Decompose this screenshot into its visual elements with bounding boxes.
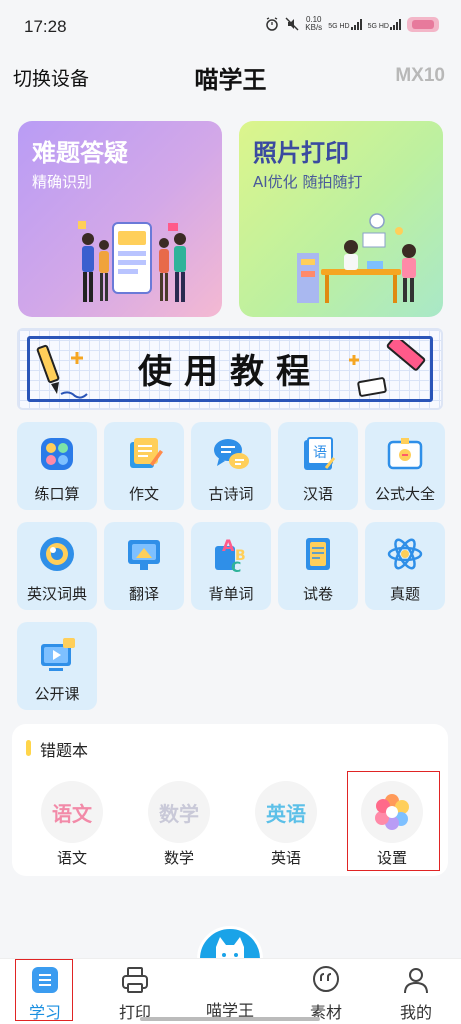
tool-label: 公开课 [34,685,80,703]
status-bar: 17:28 0.10 KB/s 5G HD 5G HD [0,0,461,52]
question-help-card[interactable]: 难题答疑 精确识别 [18,121,222,317]
signal-icon-2: 5G HD [367,18,401,30]
mute-icon [285,17,299,31]
tool-label: 古诗词 [208,485,254,503]
nav-tab-profile[interactable]: 我的 [381,959,451,1024]
tool-label: 试卷 [302,585,333,603]
card-subtitle: AI优化 随拍随打 [253,173,363,191]
abc-vocab-icon: ABC [215,536,246,574]
svg-text:语: 语 [313,445,327,461]
settings-highlight-box [347,771,440,871]
tool-label: 英汉词典 [26,585,87,603]
tool-label: 公式大全 [374,485,435,503]
section-accent-bar [26,740,31,756]
tool-label: 作文 [128,485,159,503]
nav-tab-materials[interactable]: 素材 [291,959,361,1024]
nav-label: 我的 [399,1003,432,1022]
tool-tile-vocabulary[interactable]: ABC 背单词 [191,522,271,610]
formula-card-icon [387,438,423,470]
translate-icon [128,540,160,570]
tool-tile-past-exams[interactable]: 真题 [365,522,445,610]
switch-device-button[interactable]: 切换设备 [13,64,89,91]
english-badge: 英语 [255,781,317,843]
sim2-label: 5G HD [367,22,389,30]
tool-tile-en-cn-dictionary[interactable]: 英汉词典 [17,522,97,610]
chinese-badge: 语文 [41,781,103,843]
subject-label: 语文 [56,849,87,867]
dictionary-icon [40,537,74,571]
study-desk-illustration [297,213,416,303]
tool-label: 真题 [389,585,420,603]
tutorial-banner[interactable]: 使用教程 [17,328,443,410]
svg-text:C: C [231,560,241,574]
chinese-book-icon: 语 [304,437,336,470]
tool-tile-composition[interactable]: 作文 [104,422,184,510]
card-title: 照片打印 [253,139,349,167]
tool-label: 背单词 [208,585,254,603]
card-title: 难题答疑 [32,139,128,167]
tool-tile-formulas[interactable]: 公式大全 [365,422,445,510]
subject-label: 数学 [163,849,194,867]
wrong-book-chinese[interactable]: 语文 语文 [32,781,112,867]
status-icons: 0.10 KB/s 5G HD 5G HD [265,16,439,32]
tool-label: 汉语 [302,485,333,503]
net-speed: 0.10 KB/s [305,16,322,32]
tool-tile-ancient-poems[interactable]: 古诗词 [191,422,271,510]
alarm-icon [266,17,279,31]
exam-paper-icon [306,538,330,570]
svg-text:A: A [222,536,235,555]
tool-label: 练口算 [34,485,80,503]
device-model: MX10 [395,65,445,86]
signal-icon: 5G HD [328,18,362,30]
tool-tile-open-class[interactable]: 公开课 [17,622,97,710]
subject-label: 英语 [270,849,301,867]
wrong-book-english[interactable]: 英语 英语 [246,781,326,867]
profile-icon [404,968,428,994]
tool-tile-translate[interactable]: 翻译 [104,522,184,610]
printer-icon [122,967,148,993]
tool-tile-exam-papers[interactable]: 试卷 [278,522,358,610]
card-subtitle: 精确识别 [32,173,93,191]
atom-icon [387,538,423,570]
tool-label: 翻译 [128,585,159,603]
calculator-icon [41,438,73,470]
status-time: 17:28 [24,17,67,36]
material-chat-icon [313,966,339,992]
study-tab-highlight-box [15,959,73,1021]
home-indicator[interactable] [140,1017,320,1021]
sim1-label: 5G HD [328,22,350,30]
wrong-book-math[interactable]: 数学 数学 [139,781,219,867]
app-header: 切换设备 喵学王 MX10 [0,52,461,98]
nav-tab-home[interactable]: 喵学王 [195,959,265,1024]
wrong-book-title: 错题本 [40,741,89,760]
students-illustration [78,221,186,302]
eraser-knife-icon [349,340,426,397]
writing-icon [130,438,163,468]
poem-chat-icon [214,439,249,469]
photo-print-card[interactable]: 照片打印 AI优化 随拍随打 [239,121,443,317]
battery-icon [407,16,439,32]
math-badge: 数学 [148,781,210,843]
tool-tile-oral-math[interactable]: 练口算 [17,422,97,510]
net-speed-unit: KB/s [305,23,323,32]
tool-tile-chinese[interactable]: 语 汉语 [278,422,358,510]
nav-tab-print[interactable]: 打印 [100,959,170,1024]
video-class-icon [41,638,75,671]
